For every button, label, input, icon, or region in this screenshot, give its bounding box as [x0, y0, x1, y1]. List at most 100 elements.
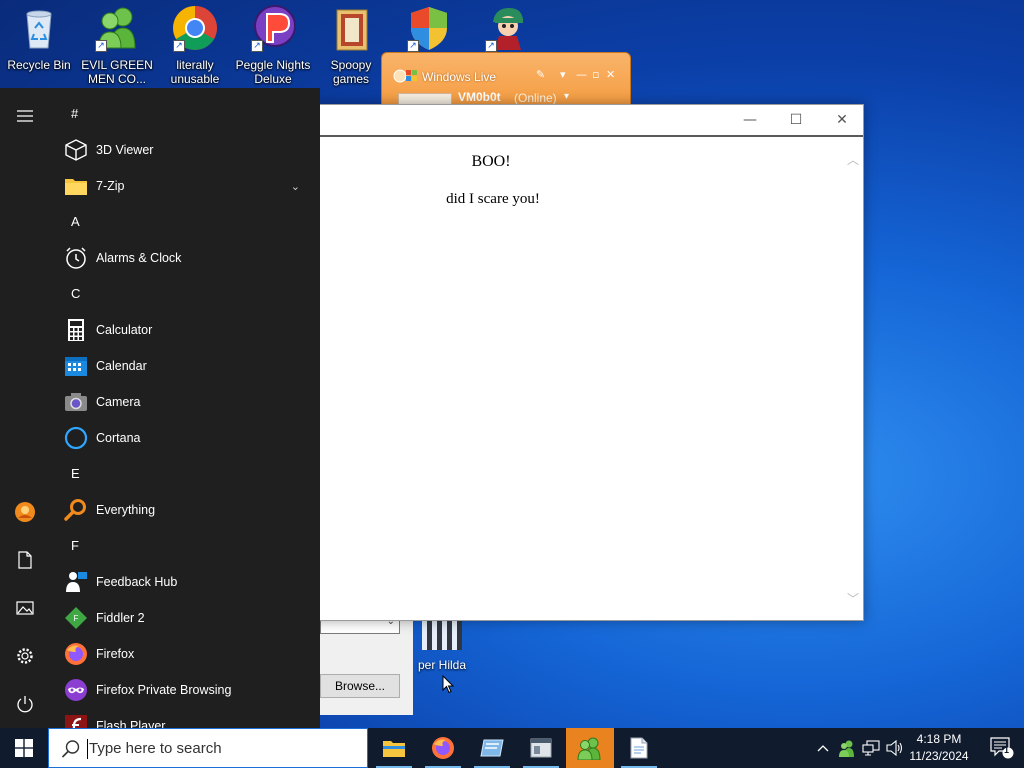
messenger-close-button[interactable]: ✕: [606, 68, 615, 81]
character-icon: ↗: [483, 4, 531, 52]
messenger-logo-icon: [392, 66, 418, 90]
desktop-icon-label: Spoopy games: [330, 58, 372, 86]
messenger-menu-icon[interactable]: ▾: [560, 68, 566, 81]
documents-icon[interactable]: [0, 538, 50, 582]
folder-icon: [327, 4, 375, 52]
power-icon[interactable]: [0, 682, 50, 726]
close-button[interactable]: ✕: [819, 105, 865, 135]
peggle-icon: ↗: [249, 4, 297, 52]
window-titlebar[interactable]: — ☐ ✕: [293, 105, 863, 137]
start-button[interactable]: [0, 728, 48, 768]
flash-icon: [64, 714, 88, 728]
section-header-hash[interactable]: #: [50, 96, 320, 132]
desktop-icon-label: Recycle Bin: [7, 58, 71, 72]
hamburger-menu-icon[interactable]: [0, 94, 50, 138]
chrome-icon: ↗: [171, 4, 219, 52]
browse-button[interactable]: Browse...: [320, 674, 400, 698]
mouse-cursor-icon: [442, 674, 455, 698]
taskbar-document[interactable]: [615, 728, 663, 768]
app-3d-viewer[interactable]: 3D Viewer: [50, 132, 320, 168]
app-everything[interactable]: Everything: [50, 492, 320, 528]
page-heading: BOO!: [471, 153, 511, 170]
desktop-icon-shield[interactable]: ↗: [390, 4, 468, 58]
calculator-icon: [64, 318, 88, 342]
app-cortana[interactable]: Cortana: [50, 420, 320, 456]
desktop-icon-label: literally unusable: [170, 58, 220, 86]
app-list: # 3D Viewer 7-Zip ⌄ A Alarms & Clock C C…: [50, 96, 320, 728]
volume-icon: [886, 740, 903, 756]
show-hidden-icons-button[interactable]: [812, 728, 834, 768]
app-name: Fiddler 2: [96, 611, 145, 625]
messenger-window[interactable]: Windows Live ✎ ▾ — ▫ ✕ VM0b0t (Online) ▾: [381, 52, 631, 113]
desktop-icon-hilda[interactable]: per Hilda: [412, 620, 472, 672]
windows-logo-icon: [15, 739, 33, 757]
maximize-button[interactable]: ☐: [773, 105, 819, 135]
taskbar-file-explorer[interactable]: [370, 728, 418, 768]
network-icon: [862, 740, 880, 756]
app-feedback-hub[interactable]: Feedback Hub: [50, 564, 320, 600]
messenger-maximize-button[interactable]: ▫: [592, 68, 599, 81]
boo-window[interactable]: — ☐ ✕ BOO! did I scare you! ︿ ﹀: [292, 104, 864, 621]
messenger-username[interactable]: VM0b0t: [458, 90, 501, 104]
tray-messenger[interactable]: [836, 728, 858, 768]
scroll-up-icon[interactable]: ︿: [846, 153, 860, 167]
app-name: Calculator: [96, 323, 153, 337]
app-firefox[interactable]: Firefox: [50, 636, 320, 672]
minimize-button[interactable]: —: [727, 105, 773, 135]
app-flash-player[interactable]: Flash Player: [50, 708, 320, 728]
chevron-down-icon[interactable]: ⌄: [291, 180, 300, 193]
desktop-icon-green-men[interactable]: ↗ EVIL GREEN MEN CO...: [78, 4, 156, 86]
app-name: Camera: [96, 395, 141, 409]
app-calculator[interactable]: Calculator: [50, 312, 320, 348]
scroll-down-icon[interactable]: ﹀: [846, 592, 860, 606]
green-men-icon: ↗: [93, 4, 141, 52]
taskbar-firefox[interactable]: [419, 728, 467, 768]
desktop-icon-chrome[interactable]: ↗ literally unusable: [156, 4, 234, 86]
settings-gear-icon[interactable]: [0, 634, 50, 678]
tray-network[interactable]: [860, 728, 882, 768]
desktop-icon-character[interactable]: ↗: [468, 4, 546, 58]
chevron-up-icon: [817, 745, 829, 752]
taskbar-app-window[interactable]: [468, 728, 516, 768]
messenger-status[interactable]: (Online): [514, 91, 557, 105]
messenger-minimize-button[interactable]: —: [576, 68, 587, 81]
section-header-a[interactable]: A: [50, 204, 320, 240]
app-7-zip[interactable]: 7-Zip ⌄: [50, 168, 320, 204]
taskbar-search-box[interactable]: Type here to search: [48, 728, 368, 768]
firefox-private-icon: [64, 678, 88, 702]
status-chevron-icon[interactable]: ▾: [564, 91, 569, 102]
search-icon: [61, 739, 81, 763]
section-header-f[interactable]: F: [50, 528, 320, 564]
desktop-icon-peggle[interactable]: ↗ Peggle Nights Deluxe: [234, 4, 312, 86]
app-name: Firefox Private Browsing: [96, 683, 232, 697]
user-avatar[interactable]: [0, 490, 50, 534]
shortcut-arrow-icon: ↗: [485, 40, 497, 52]
app-alarms-clock[interactable]: Alarms & Clock: [50, 240, 320, 276]
app-window-icon: [480, 739, 504, 757]
section-header-c[interactable]: C: [50, 276, 320, 312]
desktop-icon-label: per Hilda: [417, 658, 467, 672]
taskbar-clock[interactable]: 4:18 PM 11/23/2024: [904, 731, 974, 765]
app-fiddler-2[interactable]: F Fiddler 2: [50, 600, 320, 636]
taskbar-program-window[interactable]: [517, 728, 565, 768]
app-calendar[interactable]: Calendar: [50, 348, 320, 384]
shield-icon: ↗: [405, 4, 453, 52]
desktop-icon-spoopy-games[interactable]: Spoopy games: [312, 4, 390, 86]
tray-volume[interactable]: [884, 728, 906, 768]
shortcut-arrow-icon: ↗: [95, 40, 107, 52]
svg-text:F: F: [74, 614, 79, 623]
taskbar: Type here to search 4:18 PM 11/23/2024 1: [0, 728, 1024, 768]
action-center-button[interactable]: 1: [980, 728, 1024, 768]
start-menu-rail: [0, 88, 50, 728]
vertical-scrollbar[interactable]: ︿ ﹀: [843, 139, 863, 620]
section-header-e[interactable]: E: [50, 456, 320, 492]
taskbar-messenger[interactable]: [566, 728, 614, 768]
messenger-paint-icon[interactable]: ✎: [536, 68, 545, 81]
pictures-icon[interactable]: [0, 586, 50, 630]
desktop-icon-label: Peggle Nights Deluxe: [235, 58, 311, 86]
app-firefox-private-browsing[interactable]: Firefox Private Browsing: [50, 672, 320, 708]
cortana-icon: [64, 426, 88, 450]
firefox-icon: [432, 737, 454, 759]
app-camera[interactable]: Camera: [50, 384, 320, 420]
desktop-icon-recycle-bin[interactable]: Recycle Bin: [0, 4, 78, 72]
